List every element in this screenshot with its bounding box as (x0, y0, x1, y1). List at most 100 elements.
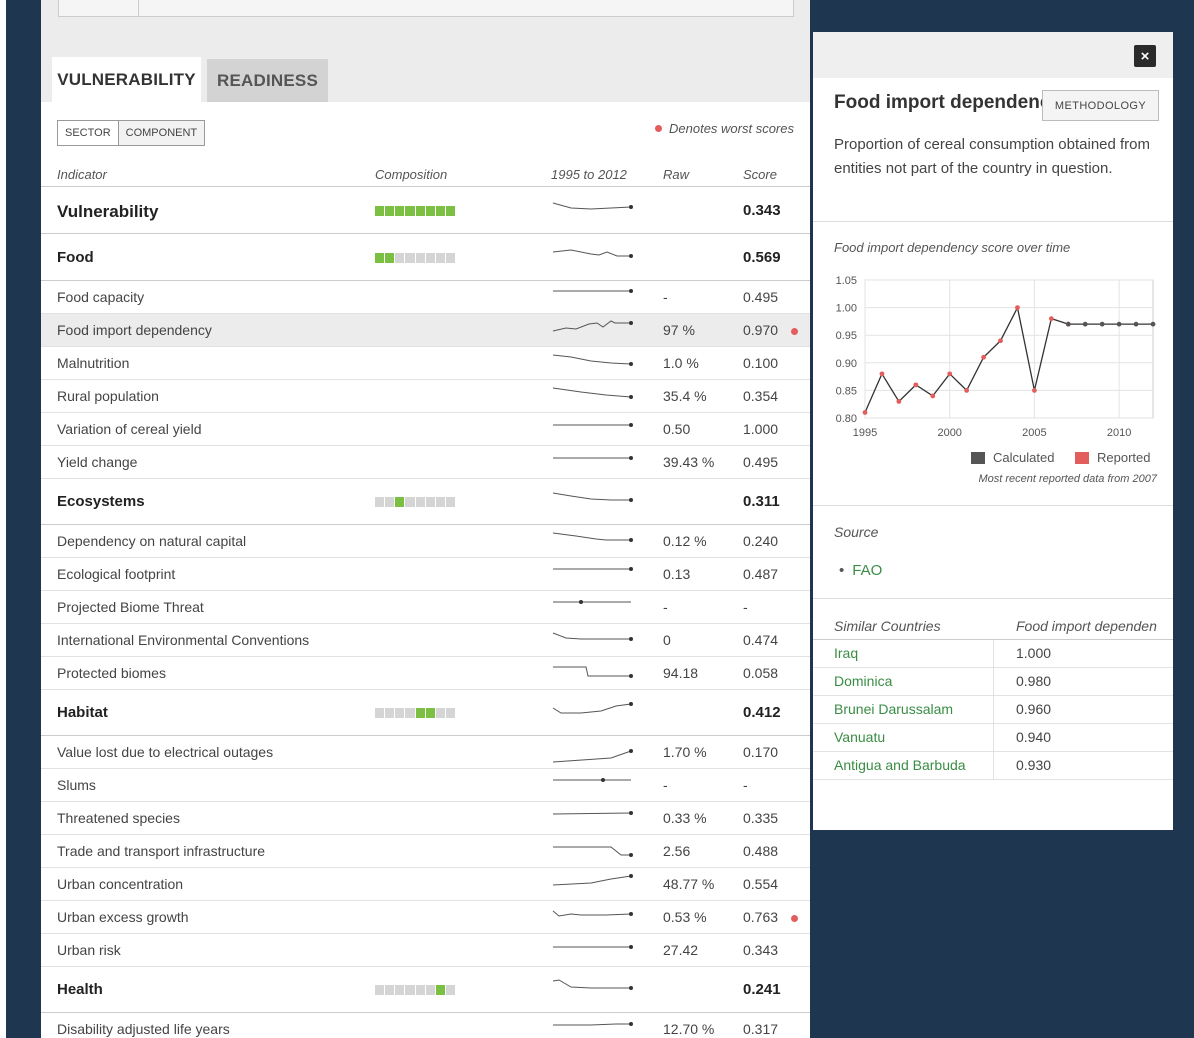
indicator-name: Trade and transport infrastructure (57, 842, 266, 859)
trend-sparkline (552, 387, 633, 399)
x-tick-label: 1995 (853, 427, 877, 439)
sector-row[interactable]: Health 0.241 (41, 967, 810, 1013)
indicator-row[interactable]: Rural population 35.4 % 0.354 (41, 380, 810, 413)
indicator-row[interactable]: Variation of cereal yield 0.50 1.000 (41, 413, 810, 446)
trend-sparkline (552, 748, 633, 762)
sector-row[interactable]: Food 0.569 (41, 234, 810, 281)
indicator-name: Habitat (57, 704, 108, 721)
data-point (947, 371, 953, 377)
similar-countries-header: Similar Countries Food import dependen (813, 613, 1173, 640)
data-point (1150, 321, 1156, 327)
similar-country-link[interactable]: Antigua and Barbuda (834, 757, 966, 773)
indicator-name: Food capacity (57, 289, 145, 305)
y-tick-label: 1.00 (836, 303, 857, 315)
worst-dot-icon (655, 125, 662, 132)
score-value: 0.317 (743, 1020, 779, 1037)
indicator-table-panel: VULNERABILITY READINESS SECTOR COMPONENT… (41, 0, 810, 1038)
indicator-row[interactable]: Malnutrition 1.0 % 0.100 (41, 347, 810, 380)
plot-area (864, 279, 1154, 419)
score-value: 0.970 (743, 321, 779, 338)
indicator-row[interactable]: Protected biomes 94.18 0.058 (41, 657, 810, 690)
indicator-row[interactable]: Ecological footprint 0.13 0.487 (41, 558, 810, 591)
recent-data-note: Most recent reported data from 2007 (978, 473, 1157, 485)
similar-country-link[interactable]: Dominica (834, 673, 892, 689)
similar-country-value: 0.980 (1016, 673, 1052, 689)
similar-country-row: Dominica 0.980 (813, 668, 1173, 696)
panel-title: Food import dependency (834, 92, 1061, 113)
sector-toggle-button[interactable]: SECTOR (58, 121, 118, 145)
score-value: 0.495 (743, 289, 779, 305)
trend-sparkline (552, 910, 633, 917)
trend-sparkline (552, 979, 633, 990)
similar-country-value: 0.930 (1016, 757, 1052, 773)
indicator-row[interactable]: Threatened species 0.33 % 0.335 (41, 802, 810, 835)
similar-country-link[interactable]: Iraq (834, 645, 858, 661)
indicator-row[interactable]: International Environmental Conventions 0… (41, 624, 810, 657)
indicator-row[interactable]: Food import dependency 97 % 0.970 (41, 314, 810, 347)
score-value: - (743, 776, 748, 793)
indicator-row[interactable]: Food capacity - 0.495 (41, 282, 810, 314)
indicator-name: Urban excess growth (57, 908, 189, 925)
trend-sparkline (553, 944, 633, 949)
data-point (998, 338, 1003, 344)
data-point (1032, 388, 1037, 393)
score-value: 0.058 (743, 664, 779, 681)
col-raw: Raw (663, 167, 690, 182)
trend-sparkline (552, 354, 633, 366)
indicator-row[interactable]: Trade and transport infrastructure 2.56 0.… (41, 835, 810, 868)
indicator-name: Food (57, 248, 94, 266)
indicator-name: Urban risk (57, 941, 121, 958)
score-value: 0.100 (743, 354, 779, 371)
raw-value: 0 (663, 631, 671, 648)
trend-sparkline (553, 1021, 633, 1026)
methodology-button[interactable]: METHODOLOGY (1042, 90, 1159, 121)
score-value: 0.354 (743, 387, 779, 404)
similar-country-link[interactable]: Vanuatu (834, 729, 885, 745)
raw-value: 2.56 (663, 842, 691, 859)
score-value: 0.335 (743, 809, 779, 826)
indicator-row[interactable]: Urban excess growth 0.53 % 0.763 (41, 901, 810, 934)
score-value: 0.412 (743, 704, 781, 721)
source-label: Source (834, 524, 879, 540)
source-item: • FAO (839, 562, 882, 579)
search-bar[interactable] (58, 0, 794, 17)
y-tick-label: 1.05 (836, 275, 857, 287)
x-tick-label: 2005 (1022, 427, 1046, 439)
tab-readiness[interactable]: READINESS (207, 59, 328, 102)
x-tick-label: 2000 (937, 427, 961, 439)
view-toggle: SECTOR COMPONENT (57, 120, 206, 146)
indicator-row[interactable]: Disability adjusted life years 12.70 % 0.3… (41, 1013, 810, 1038)
indicator-name: Rural population (57, 387, 159, 404)
data-point (879, 371, 885, 377)
raw-value: 27.42 (663, 941, 699, 958)
indicator-row[interactable]: Projected Biome Threat - - (41, 591, 810, 624)
indicator-name: Vulnerability (57, 201, 159, 221)
sector-row[interactable]: Habitat 0.412 (41, 690, 810, 736)
trend-sparkline (552, 810, 633, 815)
indicator-name: Health (57, 981, 103, 998)
source-link-fao[interactable]: FAO (852, 562, 882, 579)
indicator-row[interactable]: Dependency on natural capital 0.12 % 0.240 (41, 525, 810, 558)
tab-vulnerability[interactable]: VULNERABILITY (52, 57, 201, 102)
indicator-row[interactable]: Slums - - (41, 769, 810, 802)
indicator-name: Threatened species (57, 809, 180, 826)
indicator-row[interactable]: Yield change 39.43 % 0.495 (41, 446, 810, 479)
score-value: 0.241 (743, 981, 781, 998)
score-value: 0.343 (743, 941, 779, 958)
composition-bar (375, 708, 455, 718)
component-toggle-button[interactable]: COMPONENT (117, 121, 205, 145)
raw-value: 97 % (663, 321, 695, 338)
indicator-row[interactable]: Value lost due to electrical outages 1.70… (41, 736, 810, 769)
indicator-row[interactable]: Urban concentration 48.77 % 0.554 (41, 868, 810, 901)
similar-country-link[interactable]: Brunei Darussalam (834, 701, 953, 717)
close-icon[interactable]: × (1134, 45, 1156, 67)
raw-value: 48.77 % (663, 875, 715, 892)
indicator-name: Malnutrition (57, 354, 130, 371)
sector-row[interactable]: Ecosystems 0.311 (41, 479, 810, 525)
similar-country-value: 0.940 (1016, 729, 1052, 745)
indicator-row[interactable]: Urban risk 27.42 0.343 (41, 934, 810, 967)
trend-sparkline (553, 289, 633, 293)
sector-row[interactable]: Vulnerability 0.343 (41, 187, 810, 234)
raw-value: 1.70 % (663, 743, 707, 760)
data-point (1099, 321, 1105, 327)
